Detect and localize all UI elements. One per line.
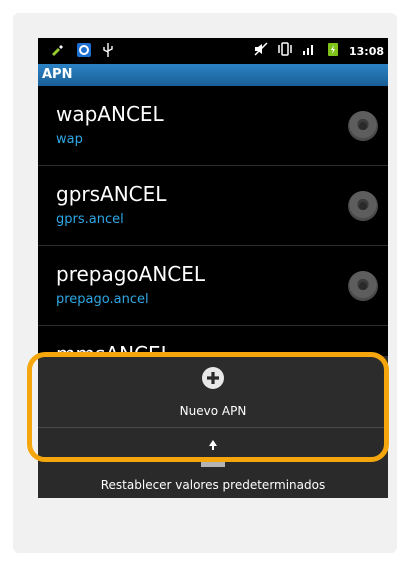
apn-item-prepagoancel[interactable]: prepagoANCEL prepago.ancel xyxy=(38,246,388,326)
apn-value: wap xyxy=(56,132,83,147)
reset-defaults-label: Restablecer valores predeterminados xyxy=(100,478,326,492)
battery-charging-icon xyxy=(325,41,341,61)
new-apn-label: Nuevo APN xyxy=(179,404,247,418)
new-apn-button[interactable]: Nuevo APN xyxy=(38,356,388,428)
options-menu: Nuevo APN Restablecer valores predetermi… xyxy=(38,356,388,498)
usb-icon xyxy=(102,42,114,62)
status-time: 13:08 xyxy=(348,44,384,58)
reset-defaults-button[interactable]: Restablecer valores predeterminados xyxy=(38,428,388,498)
apn-name: gprsANCEL xyxy=(56,182,167,206)
usb-edit-icon xyxy=(50,42,66,62)
status-bar: 13:08 xyxy=(38,38,388,64)
apn-radio-button[interactable] xyxy=(348,271,378,301)
apn-name: prepagoANCEL xyxy=(56,262,206,286)
apn-item-wapancel[interactable]: wapANCEL wap xyxy=(38,86,388,166)
apn-name: wapANCEL xyxy=(56,102,164,126)
apn-radio-button[interactable] xyxy=(348,191,378,221)
title-bar: APN xyxy=(38,64,388,86)
apn-item-gprsancel[interactable]: gprsANCEL gprs.ancel xyxy=(38,166,388,246)
vibrate-icon xyxy=(277,41,293,61)
apn-value: gprs.ancel xyxy=(56,212,124,227)
phone-screen: 13:08 APN wapANCEL wap gprsANCEL gprs.an… xyxy=(38,38,388,498)
page-title: APN xyxy=(42,67,73,82)
sync-icon xyxy=(76,42,92,62)
apn-radio-button[interactable] xyxy=(348,111,378,141)
signal-icon xyxy=(301,41,317,61)
apn-value: prepago.ancel xyxy=(56,292,149,307)
add-icon xyxy=(201,366,225,393)
reset-icon xyxy=(201,438,225,471)
mute-icon xyxy=(253,41,269,61)
